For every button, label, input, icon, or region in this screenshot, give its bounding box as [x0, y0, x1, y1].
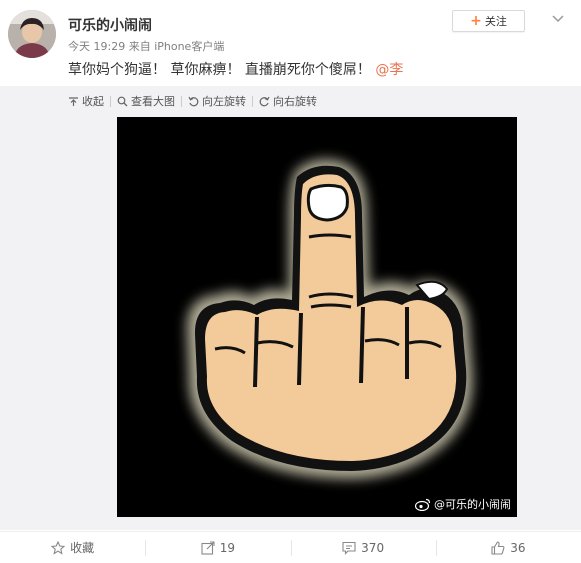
- rotate-left-icon: [188, 96, 199, 107]
- like-button[interactable]: 36: [435, 532, 581, 563]
- post-image[interactable]: @可乐的小闹闹: [117, 117, 517, 517]
- rotate-right-label: 向右旋转: [273, 95, 317, 108]
- repost-icon: [201, 540, 215, 555]
- watermark-text: @可乐的小闹闹: [434, 498, 511, 511]
- post-time[interactable]: 今天 19:29: [68, 40, 125, 53]
- view-large-button[interactable]: 查看大图: [111, 93, 181, 109]
- rotate-right-icon: [259, 96, 270, 107]
- comment-button[interactable]: 370: [290, 532, 436, 563]
- avatar[interactable]: [8, 10, 56, 58]
- like-count: 36: [510, 540, 526, 555]
- post-source: 来自 iPhone客户端: [128, 40, 225, 53]
- collapse-icon: [68, 96, 79, 107]
- weibo-logo-icon: [415, 498, 431, 511]
- plus-icon: +: [470, 13, 482, 29]
- collapse-label: 收起: [82, 95, 104, 108]
- favorite-label: 收藏: [70, 541, 95, 555]
- comment-icon: [342, 541, 356, 555]
- mention-link[interactable]: @李: [375, 62, 403, 78]
- media-panel: 收起 查看大图 向左旋转 向右旋转 @可乐的小闹闹: [0, 86, 581, 530]
- follow-label: 关注: [484, 15, 507, 28]
- rotate-left-button[interactable]: 向左旋转: [182, 93, 252, 109]
- watermark: @可乐的小闹闹: [415, 496, 511, 512]
- post-body: 草你妈个狗逼！ 草你麻痹！ 直播崩死你个傻屌！: [68, 62, 371, 78]
- comment-count: 370: [361, 540, 385, 555]
- weibo-post-card: 可乐的小闹闹 今天 19:29 来自 iPhone客户端 + 关注 草你妈个狗逼…: [0, 0, 581, 563]
- chevron-down-icon[interactable]: [551, 10, 565, 23]
- search-icon: [117, 96, 128, 107]
- collapse-button[interactable]: 收起: [62, 93, 110, 109]
- username[interactable]: 可乐的小闹闹: [68, 15, 152, 35]
- media-toolbar: 收起 查看大图 向左旋转 向右旋转: [62, 92, 323, 110]
- action-bar: 收藏 19 370 36: [0, 531, 581, 563]
- favorite-button[interactable]: 收藏: [0, 532, 145, 563]
- rotate-left-label: 向左旋转: [202, 95, 246, 108]
- view-large-label: 查看大图: [131, 95, 175, 108]
- post-text: 草你妈个狗逼！ 草你麻痹！ 直播崩死你个傻屌！ @李: [68, 60, 403, 80]
- repost-button[interactable]: 19: [145, 532, 290, 563]
- follow-button[interactable]: + 关注: [452, 10, 525, 32]
- star-icon: [51, 540, 66, 555]
- post-meta: 今天 19:29 来自 iPhone客户端: [68, 38, 224, 54]
- repost-count: 19: [219, 540, 236, 555]
- rotate-right-button[interactable]: 向右旋转: [253, 93, 323, 109]
- like-icon: [491, 540, 505, 555]
